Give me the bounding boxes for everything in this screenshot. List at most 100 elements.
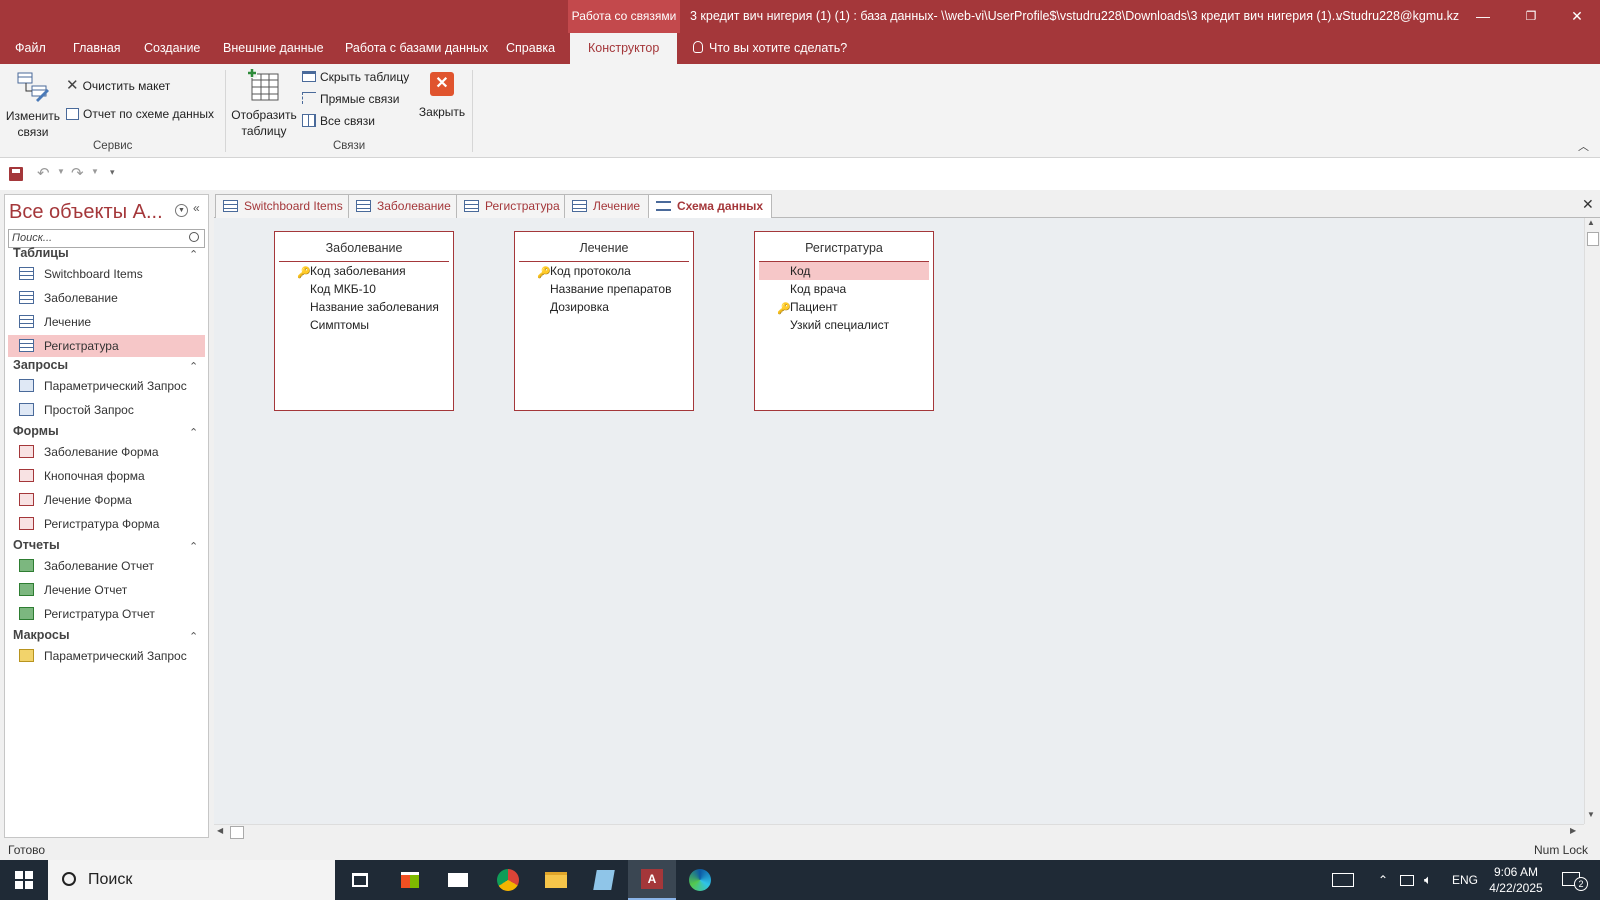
notifications-button[interactable]: 2 (1560, 860, 1590, 900)
nav-pane-title[interactable]: Все объекты А... (9, 201, 163, 224)
field-row[interactable]: 🔑 Код протокола (519, 262, 689, 280)
edge-app-button[interactable] (676, 860, 724, 900)
field-row[interactable]: Дозировка (519, 298, 689, 316)
mail-app-button[interactable] (434, 860, 482, 900)
field-row[interactable]: Узкий специалист (759, 316, 929, 334)
horizontal-scrollbar[interactable]: ◀ ▶ (214, 824, 1584, 840)
network-icon[interactable] (1400, 860, 1414, 900)
close-relations-button[interactable]: ✕ Закрыть (416, 72, 468, 120)
nav-macro-item[interactable]: Параметрический Запрос (8, 645, 205, 667)
section-collapse-icon[interactable]: ⌃ (189, 360, 198, 373)
doc-tab-registratura[interactable]: Регистратура (456, 194, 569, 218)
nav-report-item[interactable]: Лечение Отчет (8, 579, 205, 601)
field-row[interactable]: Симптомы (279, 316, 449, 334)
scroll-left-arrow-icon[interactable]: ◀ (217, 826, 223, 835)
nav-form-item[interactable]: Кнопочная форма (8, 465, 205, 487)
search-icon[interactable] (189, 232, 199, 242)
tray-expand-icon[interactable]: ⌃ (1378, 860, 1388, 900)
taskbar-search-box[interactable]: Поиск (48, 860, 335, 900)
chrome-app-button[interactable] (484, 860, 532, 900)
vertical-scrollbar[interactable]: ▲ ▼ (1584, 218, 1600, 824)
field-row-selected[interactable]: Код (759, 262, 929, 280)
scroll-up-arrow-icon[interactable]: ▲ (1587, 218, 1595, 227)
store-app-button[interactable] (386, 860, 434, 900)
redo-icon[interactable]: ↷ (71, 164, 84, 182)
file-explorer-button[interactable] (532, 860, 580, 900)
collapse-ribbon-icon[interactable]: ︿ (1578, 138, 1589, 154)
table-box-zabolevanie[interactable]: Заболевание 🔑 Код заболевания Код МКБ-10 … (274, 231, 454, 411)
section-collapse-icon[interactable]: ⌃ (189, 248, 198, 261)
relationship-report-button[interactable]: Отчет по схеме данных (66, 107, 214, 121)
tab-design[interactable]: Конструктор (570, 33, 678, 64)
close-window-button[interactable]: ✕ (1554, 0, 1600, 33)
customize-qat-icon[interactable]: ▾ (110, 167, 115, 178)
doc-tab-relationships[interactable]: Схема данных (648, 194, 772, 219)
section-tables[interactable]: Таблицы (13, 246, 69, 260)
undo-icon[interactable]: ↶ (37, 164, 50, 182)
tell-me-box[interactable]: Что вы хотите сделать? (693, 33, 847, 64)
access-app-button[interactable]: A (628, 860, 676, 900)
nav-query-item[interactable]: Простой Запрос (8, 399, 205, 421)
nav-form-item[interactable]: Лечение Форма (8, 489, 205, 511)
volume-icon[interactable]: 🔈︎ (1424, 860, 1432, 900)
nav-table-item-selected[interactable]: Регистратура (8, 335, 205, 357)
scroll-down-arrow-icon[interactable]: ▼ (1587, 810, 1595, 819)
task-view-button[interactable] (336, 860, 384, 900)
section-reports[interactable]: Отчеты (13, 538, 60, 552)
tab-home[interactable]: Главная (73, 33, 121, 64)
nav-form-item[interactable]: Заболевание Форма (8, 441, 205, 463)
section-queries[interactable]: Запросы (13, 358, 68, 372)
table-box-lechenie[interactable]: Лечение 🔑 Код протокола Название препарат… (514, 231, 694, 411)
direct-relations-button[interactable]: Прямые связи (302, 92, 400, 106)
section-collapse-icon[interactable]: ⌃ (189, 630, 198, 643)
close-document-icon[interactable]: ✕ (1582, 196, 1594, 213)
nav-table-item[interactable]: Лечение (8, 311, 205, 333)
scroll-thumb[interactable] (1587, 232, 1599, 246)
section-macros[interactable]: Макросы (13, 628, 70, 642)
tab-file[interactable]: Файл (15, 33, 46, 64)
show-table-button[interactable]: Отобразить таблицу (229, 68, 299, 139)
undo-dropdown-icon[interactable]: ▼ (57, 167, 65, 176)
user-account[interactable]: vStudru228@kgmu.kz (1336, 0, 1459, 33)
hide-table-button[interactable]: Скрыть таблицу (302, 70, 409, 84)
edit-relations-button[interactable]: Изменить связи (4, 70, 62, 140)
save-icon[interactable] (9, 167, 23, 181)
scroll-thumb[interactable] (230, 826, 244, 839)
minimize-button[interactable]: — (1460, 0, 1506, 33)
tab-database-tools[interactable]: Работа с базами данных (345, 33, 488, 64)
field-row[interactable]: Код врача (759, 280, 929, 298)
nav-table-item[interactable]: Switchboard Items (8, 263, 205, 285)
start-button[interactable] (0, 860, 48, 900)
keyboard-tray-icon[interactable] (1332, 860, 1354, 900)
scroll-right-arrow-icon[interactable]: ▶ (1570, 826, 1576, 835)
doc-tab-zabolevanie[interactable]: Заболевание (348, 194, 460, 218)
nav-table-item[interactable]: Заболевание (8, 287, 205, 309)
table-box-registratura[interactable]: Регистратура Код Код врача 🔑 Пациент Узки… (754, 231, 934, 411)
field-row[interactable]: 🔑 Код заболевания (279, 262, 449, 280)
nav-menu-chevron-icon[interactable]: ▼ (175, 204, 188, 217)
restore-button[interactable]: ❐ (1508, 0, 1554, 33)
field-row[interactable]: Код МКБ-10 (279, 280, 449, 298)
field-row[interactable]: 🔑 Пациент (759, 298, 929, 316)
relationships-canvas[interactable]: Заболевание 🔑 Код заболевания Код МКБ-10 … (214, 218, 1584, 824)
all-relations-button[interactable]: Все связи (302, 114, 375, 128)
field-row[interactable]: Название препаратов (519, 280, 689, 298)
tab-create[interactable]: Создание (144, 33, 200, 64)
clock[interactable]: 9:06 AM 4/22/2025 (1484, 860, 1548, 900)
doc-tab-lechenie[interactable]: Лечение (564, 194, 650, 218)
clear-layout-button[interactable]: ✕ Очистить макет (66, 76, 170, 94)
tab-external-data[interactable]: Внешние данные (223, 33, 324, 64)
redo-dropdown-icon[interactable]: ▼ (91, 167, 99, 176)
doc-tab-switchboard-items[interactable]: Switchboard Items (215, 194, 352, 218)
section-forms[interactable]: Формы (13, 424, 59, 438)
tab-help[interactable]: Справка (506, 33, 555, 64)
section-collapse-icon[interactable]: ⌃ (189, 540, 198, 553)
app-button[interactable] (580, 860, 628, 900)
collapse-nav-icon[interactable]: « (193, 201, 200, 215)
section-collapse-icon[interactable]: ⌃ (189, 426, 198, 439)
nav-query-item[interactable]: Параметрический Запрос (8, 375, 205, 397)
language-indicator[interactable]: ENG (1452, 860, 1478, 900)
nav-report-item[interactable]: Заболевание Отчет (8, 555, 205, 577)
field-row[interactable]: Название заболевания (279, 298, 449, 316)
nav-form-item[interactable]: Регистратура Форма (8, 513, 205, 535)
